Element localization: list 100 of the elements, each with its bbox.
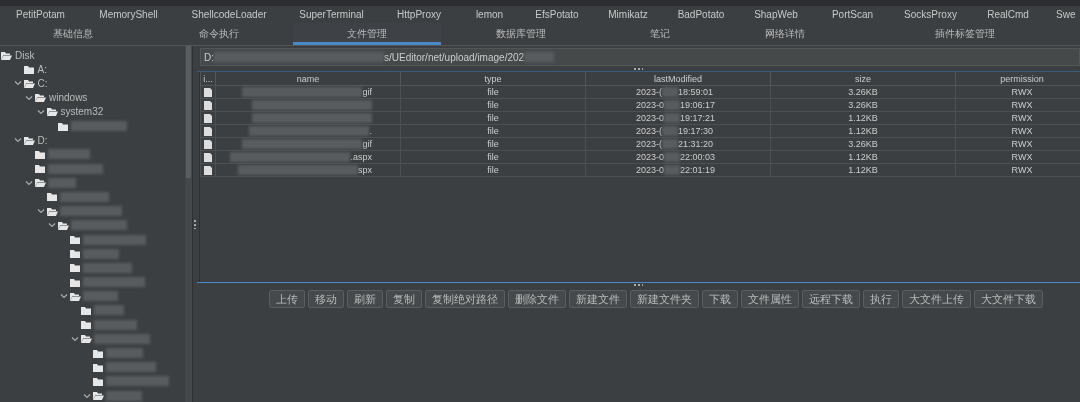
toolbar-button[interactable]: 新建文件夹 xyxy=(630,290,699,308)
plugin-menu-item[interactable]: ShapWeb xyxy=(754,9,798,20)
toolbar-button[interactable]: 执行 xyxy=(863,290,899,308)
redacted-label xyxy=(664,100,681,111)
column-header[interactable]: lastModified xyxy=(585,72,771,86)
toolbar-button[interactable]: 上传 xyxy=(269,290,305,308)
open-folder-icon xyxy=(45,205,58,217)
plugin-menu-item[interactable]: MemoryShell xyxy=(99,9,158,20)
folder-icon xyxy=(45,191,58,203)
redacted-label xyxy=(664,165,681,176)
folder-icon xyxy=(91,375,104,387)
plugin-menu-item[interactable]: SuperTerminal xyxy=(299,9,364,20)
tab[interactable]: 插件标签管理 xyxy=(850,23,1080,45)
column-header[interactable]: name xyxy=(215,72,401,86)
tab[interactable]: 数据库管理 xyxy=(441,23,600,45)
open-folder-icon xyxy=(34,92,46,104)
folder-icon xyxy=(22,63,35,75)
toolbar-button[interactable]: 大文件上传 xyxy=(902,290,971,308)
plugin-menu-item[interactable]: BadPotato xyxy=(677,9,725,20)
time-fragment: 19:06:17 xyxy=(680,99,716,110)
open-folder-icon xyxy=(68,290,81,302)
tab[interactable]: 命令执行 xyxy=(145,23,293,45)
plugin-menu-item[interactable]: PortScan xyxy=(831,9,874,20)
redacted-label xyxy=(82,291,118,302)
toolbar-button[interactable]: 复制绝对路径 xyxy=(425,290,505,308)
toolbar-button[interactable]: 下载 xyxy=(702,290,738,308)
column-header[interactable]: size xyxy=(770,72,956,86)
tab[interactable]: 网络详情 xyxy=(720,23,850,45)
redacted-label xyxy=(82,234,146,245)
path-suffix: s/UEditor/net/upload/image/202 xyxy=(384,51,525,63)
column-header[interactable]: i... xyxy=(200,72,216,86)
plugin-menu-item[interactable]: ShellcodeLoader xyxy=(191,9,267,20)
redacted-label xyxy=(105,362,156,373)
folder-icon xyxy=(68,234,81,246)
toolbar-button[interactable]: 远程下载 xyxy=(802,290,860,308)
toolbar-button[interactable]: 新建文件 xyxy=(569,290,627,308)
column-header[interactable]: type xyxy=(400,72,586,86)
redacted-label xyxy=(105,376,169,387)
tree-node-label[interactable]: system32 xyxy=(60,106,104,118)
type-cell: file xyxy=(400,98,586,112)
tab[interactable]: 文件管理 xyxy=(293,23,441,45)
time-fragment: 21:31:20 xyxy=(678,138,714,149)
redacted-label xyxy=(71,121,127,132)
toolbar-button[interactable]: 大文件下载 xyxy=(974,290,1043,308)
tab[interactable]: 基础信息 xyxy=(0,23,145,45)
folder-icon xyxy=(91,347,104,359)
toolbar-button[interactable]: 复制 xyxy=(386,290,422,308)
open-folder-icon xyxy=(57,219,69,231)
date-fragment: 2023-( xyxy=(636,138,662,149)
folder-icon xyxy=(80,304,92,316)
redacted-label xyxy=(82,277,145,288)
file-name: . xyxy=(369,125,372,136)
open-folder-icon xyxy=(22,134,35,146)
open-folder-icon xyxy=(34,177,46,189)
plugin-menu-item[interactable]: Swe xyxy=(1056,9,1076,20)
type-cell: file xyxy=(400,111,586,125)
toolbar-button[interactable]: 刷新 xyxy=(347,290,383,308)
type-cell: file xyxy=(400,150,586,164)
redacted-label xyxy=(662,126,678,137)
plugin-menu-item[interactable]: HttpProxy xyxy=(397,9,441,20)
file-name: gif xyxy=(362,138,372,149)
date-fragment: 2023-( xyxy=(636,125,662,136)
time-fragment: 22:00:03 xyxy=(680,151,716,162)
plugin-menu-item[interactable]: RealCmd xyxy=(987,9,1029,20)
redacted-label xyxy=(105,390,142,401)
toolbar-button[interactable]: 文件属性 xyxy=(741,290,799,308)
open-folder-icon xyxy=(0,49,12,61)
column-header[interactable]: permission xyxy=(955,72,1080,86)
toolbar-button[interactable]: 移动 xyxy=(308,290,344,308)
folder-icon xyxy=(68,262,81,274)
tree-node-label[interactable]: Disk xyxy=(15,49,35,61)
plugin-menu-item[interactable]: PetitPotam xyxy=(16,9,65,20)
redacted-label xyxy=(94,319,137,330)
plugin-menu-item[interactable]: Mimikatz xyxy=(608,9,648,20)
plugin-menu-item[interactable]: EfsPotato xyxy=(535,9,579,20)
tree-node-label[interactable]: D: xyxy=(37,134,48,146)
folder-icon xyxy=(80,319,92,331)
open-folder-icon xyxy=(80,333,92,345)
tree-node-label[interactable]: A: xyxy=(37,63,47,75)
toolbar-button[interactable]: 删除文件 xyxy=(508,290,566,308)
size-cell: 3.26KB xyxy=(770,137,956,151)
time-fragment: 18:59:01 xyxy=(678,86,714,97)
size-cell: 1.12KB xyxy=(770,124,956,138)
date-fragment: 2023-0 xyxy=(636,112,665,123)
redacted-label xyxy=(48,163,103,174)
size-cell: 3.26KB xyxy=(770,85,956,99)
open-folder-icon xyxy=(91,390,104,402)
plugin-menu-item[interactable]: lemon xyxy=(475,9,504,20)
size-cell: 3.26KB xyxy=(770,98,956,112)
tree-node-label[interactable]: windows xyxy=(49,92,88,104)
redacted-label xyxy=(94,305,124,316)
date-fragment: 2023-0 xyxy=(636,164,665,175)
type-cell: file xyxy=(400,137,586,151)
plugin-menu-item[interactable]: SocksProxy xyxy=(904,9,957,20)
redacted-label xyxy=(59,191,109,202)
tree-node-label[interactable]: C: xyxy=(37,77,48,89)
tab[interactable]: 笔记 xyxy=(600,23,720,45)
date-fragment: 2023-( xyxy=(636,86,662,97)
date-fragment: 2023-0 xyxy=(636,99,665,110)
folder-icon xyxy=(34,163,46,175)
